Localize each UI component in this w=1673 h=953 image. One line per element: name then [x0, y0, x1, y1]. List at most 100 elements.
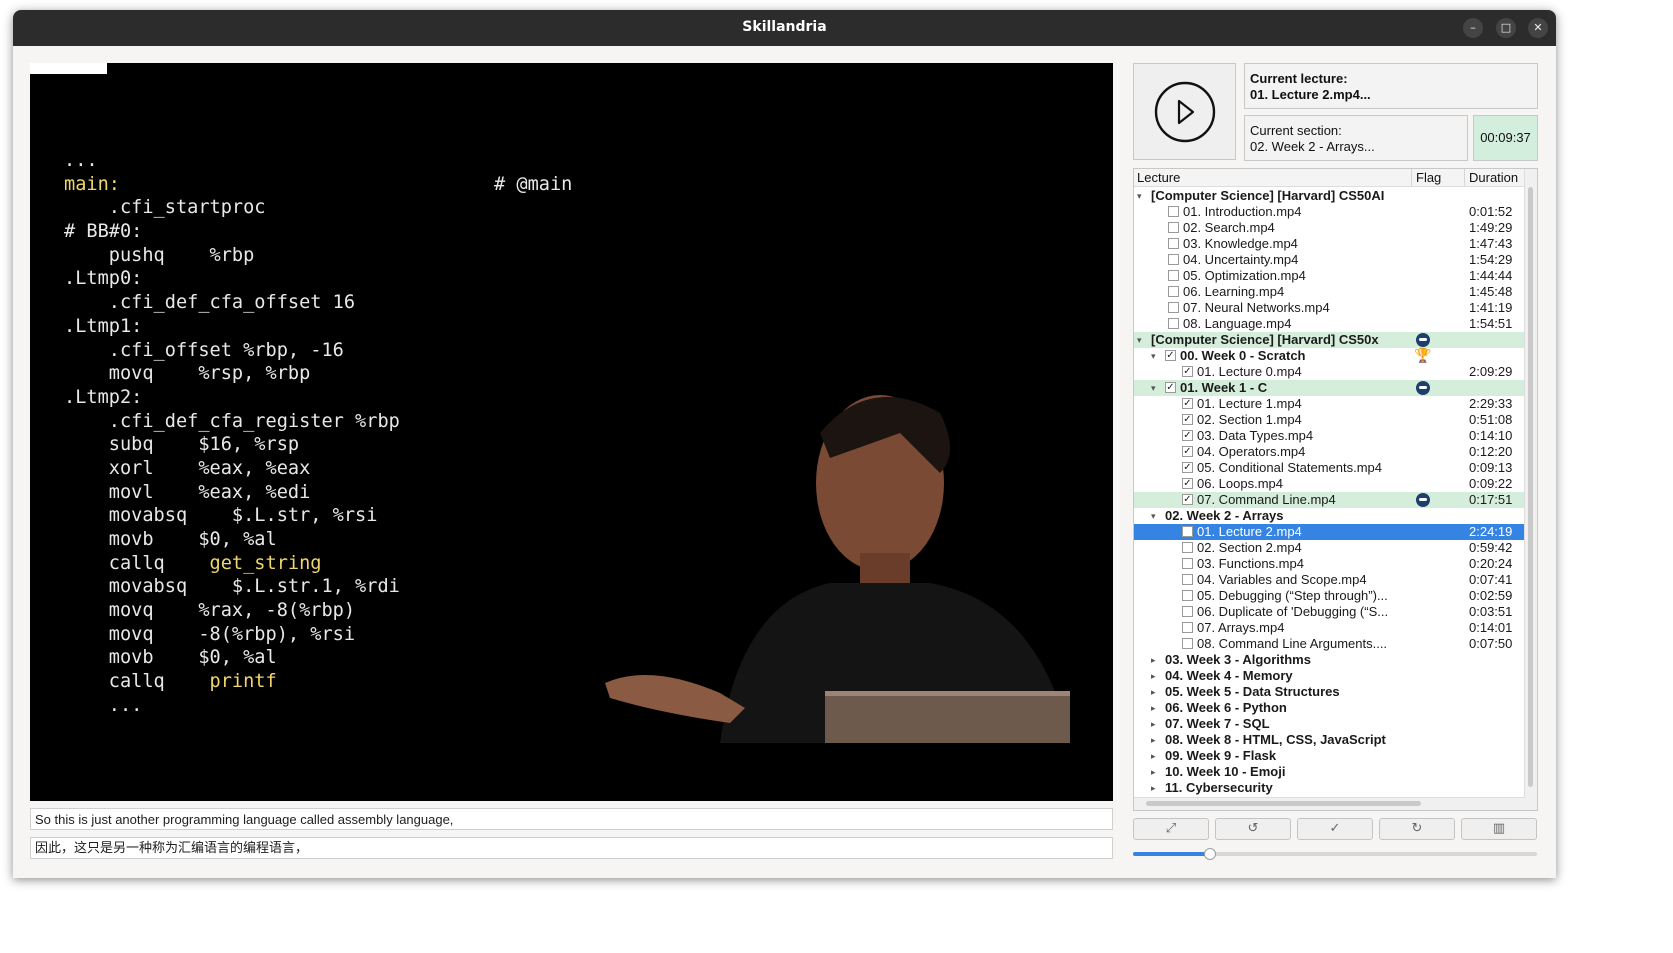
- lecture-row[interactable]: ✓ 01. Lecture 1.mp4 2:29:33: [1134, 396, 1525, 412]
- section-row[interactable]: ▸ 08. Week 8 - HTML, CSS, JavaScript: [1134, 732, 1525, 748]
- watched-checkbox[interactable]: ✓: [1182, 478, 1193, 489]
- lecture-row[interactable]: 06. Learning.mp4 1:45:48: [1134, 284, 1525, 300]
- lecture-row[interactable]: 06. Duplicate of 'Debugging (“S... 0:03:5…: [1134, 604, 1525, 620]
- play-button[interactable]: [1133, 63, 1236, 160]
- tree-horizontal-scrollbar[interactable]: [1134, 797, 1525, 810]
- lecture-row[interactable]: 02. Section 2.mp4 0:59:42: [1134, 540, 1525, 556]
- watched-checkbox[interactable]: ✓: [1165, 382, 1176, 393]
- watched-checkbox[interactable]: [1168, 270, 1179, 281]
- watched-checkbox[interactable]: [1168, 222, 1179, 233]
- section-row[interactable]: ▾ ✓ 01. Week 1 - C: [1134, 380, 1525, 396]
- lecture-row[interactable]: 07. Neural Networks.mp4 1:41:19: [1134, 300, 1525, 316]
- close-button[interactable]: ✕: [1528, 18, 1548, 38]
- section-row[interactable]: ▸ 09. Week 9 - Flask: [1134, 748, 1525, 764]
- watched-checkbox[interactable]: ✓: [1182, 414, 1193, 425]
- lecture-row[interactable]: 03. Functions.mp4 0:20:24: [1134, 556, 1525, 572]
- current-lecture-box: Current lecture: 01. Lecture 2.mp4...: [1244, 63, 1538, 109]
- watched-checkbox[interactable]: ✓: [1182, 398, 1193, 409]
- expand-arrow-icon[interactable]: ▸: [1151, 748, 1156, 764]
- section-row[interactable]: ▸ 03. Week 3 - Algorithms: [1134, 652, 1525, 668]
- lecture-row[interactable]: 08. Language.mp4 1:54:51: [1134, 316, 1525, 332]
- lecture-row[interactable]: 07. Arrays.mp4 0:14:01: [1134, 620, 1525, 636]
- lecture-row[interactable]: 05. Debugging (“Step through”)... 0:02:59: [1134, 588, 1525, 604]
- lecture-row[interactable]: ✓ 02. Section 1.mp4 0:51:08: [1134, 412, 1525, 428]
- lecture-row[interactable]: 04. Variables and Scope.mp4 0:07:41: [1134, 572, 1525, 588]
- volume-slider[interactable]: [1133, 848, 1537, 860]
- section-row[interactable]: ▸ 07. Week 7 - SQL: [1134, 716, 1525, 732]
- section-row[interactable]: ▸ 10. Week 10 - Emoji: [1134, 764, 1525, 780]
- expand-arrow-icon[interactable]: ▸: [1151, 716, 1156, 732]
- lecture-row[interactable]: 04. Uncertainty.mp4 1:54:29: [1134, 252, 1525, 268]
- watched-checkbox[interactable]: [1168, 302, 1179, 313]
- watched-checkbox[interactable]: ✓: [1182, 446, 1193, 457]
- watched-checkbox[interactable]: [1168, 318, 1179, 329]
- current-lecture-value: 01. Lecture 2.mp4...: [1250, 87, 1371, 102]
- expand-arrow-icon[interactable]: ▸: [1151, 700, 1156, 716]
- current-section-label: Current section:: [1250, 123, 1342, 138]
- lecture-row[interactable]: ✓ 05. Conditional Statements.mp4 0:09:13: [1134, 460, 1525, 476]
- watched-checkbox[interactable]: [1182, 526, 1193, 537]
- collapse-arrow-icon[interactable]: ▾: [1151, 380, 1156, 396]
- watched-checkbox[interactable]: [1168, 254, 1179, 265]
- watched-checkbox[interactable]: [1168, 206, 1179, 217]
- section-row[interactable]: ▸ 05. Week 5 - Data Structures: [1134, 684, 1525, 700]
- lecture-row[interactable]: 02. Search.mp4 1:49:29: [1134, 220, 1525, 236]
- section-row[interactable]: ▸ 11. Cybersecurity: [1134, 780, 1525, 796]
- check-button[interactable]: ✓: [1297, 818, 1373, 840]
- watched-checkbox[interactable]: [1168, 238, 1179, 249]
- lecture-row[interactable]: 03. Knowledge.mp4 1:47:43: [1134, 236, 1525, 252]
- expand-arrow-icon[interactable]: ▸: [1151, 780, 1156, 796]
- section-row[interactable]: ▾ [Computer Science] [Harvard] CS50AI: [1134, 188, 1525, 204]
- watched-checkbox[interactable]: [1168, 286, 1179, 297]
- lecture-row[interactable]: 05. Optimization.mp4 1:44:44: [1134, 268, 1525, 284]
- watched-checkbox[interactable]: [1182, 574, 1193, 585]
- section-row[interactable]: ▾ [Computer Science] [Harvard] CS50x: [1134, 332, 1525, 348]
- expand-arrow-icon[interactable]: ▸: [1151, 764, 1156, 780]
- tree-vertical-scrollbar[interactable]: [1524, 169, 1537, 810]
- watched-checkbox[interactable]: [1182, 558, 1193, 569]
- expand-arrow-icon[interactable]: ▸: [1151, 684, 1156, 700]
- minimize-button[interactable]: –: [1463, 18, 1483, 38]
- watched-checkbox[interactable]: [1182, 622, 1193, 633]
- column-header-duration[interactable]: Duration: [1469, 170, 1518, 185]
- lecture-tree[interactable]: Lecture Flag Duration ▾ [Computer Science…: [1133, 168, 1538, 811]
- collapse-arrow-icon[interactable]: ▾: [1151, 508, 1156, 524]
- video-player[interactable]: # @main... main: .cfi_startproc # BB#0: pu…: [30, 63, 1113, 801]
- collapse-arrow-icon[interactable]: ▾: [1151, 348, 1156, 364]
- lecture-row[interactable]: ✓ 01. Lecture 0.mp4 2:09:29: [1134, 364, 1525, 380]
- expand-arrow-icon[interactable]: ▸: [1151, 732, 1156, 748]
- forward-button[interactable]: ↻: [1379, 818, 1455, 840]
- expand-arrow-icon[interactable]: ▸: [1151, 668, 1156, 684]
- watched-checkbox[interactable]: [1182, 590, 1193, 601]
- section-row[interactable]: ▾ 02. Week 2 - Arrays: [1134, 508, 1525, 524]
- collapse-arrow-icon[interactable]: ▾: [1137, 332, 1142, 348]
- collapse-arrow-icon[interactable]: ▾: [1137, 188, 1142, 204]
- watched-checkbox[interactable]: ✓: [1182, 366, 1193, 377]
- lecture-row[interactable]: ✓ 07. Command Line.mp4 0:17:51: [1134, 492, 1525, 508]
- watched-checkbox[interactable]: [1182, 542, 1193, 553]
- section-row[interactable]: ▾ ✓ 00. Week 0 - Scratch 🏆: [1134, 347, 1525, 364]
- volume-slider-handle[interactable]: [1203, 848, 1216, 860]
- lecture-row[interactable]: 08. Command Line Arguments.... 0:07:50: [1134, 636, 1525, 652]
- lecture-row[interactable]: ✓ 03. Data Types.mp4 0:14:10: [1134, 428, 1525, 444]
- expand-arrow-icon[interactable]: ▸: [1151, 652, 1156, 668]
- fullscreen-button[interactable]: ⤢: [1133, 818, 1209, 840]
- watched-checkbox[interactable]: ✓: [1165, 350, 1176, 361]
- section-row[interactable]: ▸ 04. Week 4 - Memory: [1134, 668, 1525, 684]
- watched-checkbox[interactable]: ✓: [1182, 494, 1193, 505]
- columns-button[interactable]: ▥: [1461, 818, 1537, 840]
- section-row[interactable]: ▸ 06. Week 6 - Python: [1134, 700, 1525, 716]
- column-header-lecture[interactable]: Lecture: [1137, 170, 1180, 185]
- lecture-row[interactable]: ✓ 06. Loops.mp4 0:09:22: [1134, 476, 1525, 492]
- column-header-flag[interactable]: Flag: [1416, 170, 1441, 185]
- rewind-button[interactable]: ↺: [1215, 818, 1291, 840]
- watched-checkbox[interactable]: ✓: [1182, 462, 1193, 473]
- watched-checkbox[interactable]: [1182, 638, 1193, 649]
- lecture-row[interactable]: 01. Introduction.mp4 0:01:52: [1134, 204, 1525, 220]
- maximize-button[interactable]: □: [1496, 18, 1516, 38]
- presenter-image: [605, 395, 1070, 743]
- watched-checkbox[interactable]: ✓: [1182, 430, 1193, 441]
- lecture-row[interactable]: ✓ 04. Operators.mp4 0:12:20: [1134, 444, 1525, 460]
- watched-checkbox[interactable]: [1182, 606, 1193, 617]
- lecture-row[interactable]: 01. Lecture 2.mp4 2:24:19: [1134, 524, 1525, 540]
